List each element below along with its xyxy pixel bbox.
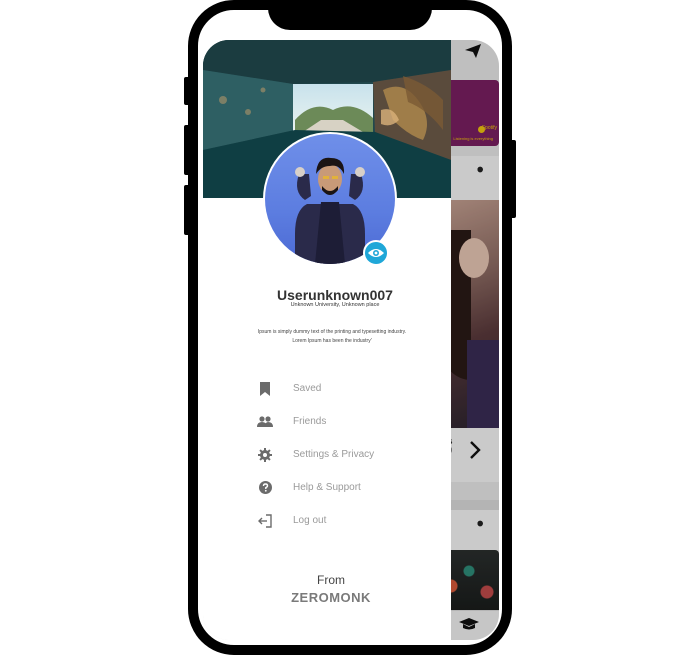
menu-item-label: Settings & Privacy	[293, 449, 375, 460]
menu-item-label: Help & Support	[293, 482, 361, 493]
menu-item-label: Friends	[293, 416, 327, 427]
menu-item-settings[interactable]: Settings & Privacy	[257, 438, 437, 471]
side-drawer: Userunknown007 Unknown University, Unkno…	[203, 40, 451, 640]
menu-item-logout[interactable]: Log out	[257, 504, 437, 537]
eye-icon	[368, 249, 384, 257]
bio: Ipsum is simply dummy text of the printi…	[257, 329, 407, 344]
menu-item-help[interactable]: Help & Support	[257, 471, 437, 504]
phone-notch	[268, 0, 432, 30]
university: Unknown University, Unknown place	[290, 302, 380, 308]
menu-item-label: Log out	[293, 515, 327, 526]
question-circle-icon	[257, 480, 273, 496]
logout-icon	[257, 513, 273, 529]
menu-item-friends[interactable]: Friends	[257, 405, 437, 438]
phone-screen: Spotify Listening is everything ••• nts …	[203, 40, 499, 640]
menu-item-saved[interactable]: Saved	[257, 372, 437, 405]
drawer-menu: Saved Friends Settings & Privacy Help & …	[257, 372, 437, 537]
gear-icon	[257, 447, 273, 463]
users-icon	[257, 414, 273, 430]
view-profile-button[interactable]	[363, 240, 389, 266]
username: Userunknown007	[277, 287, 393, 303]
drawer-scrim[interactable]	[449, 40, 499, 640]
menu-item-label: Saved	[293, 383, 322, 394]
bookmark-icon	[257, 381, 273, 397]
brand-name: ZEROMONK	[291, 590, 371, 605]
from-label: From	[317, 573, 345, 587]
